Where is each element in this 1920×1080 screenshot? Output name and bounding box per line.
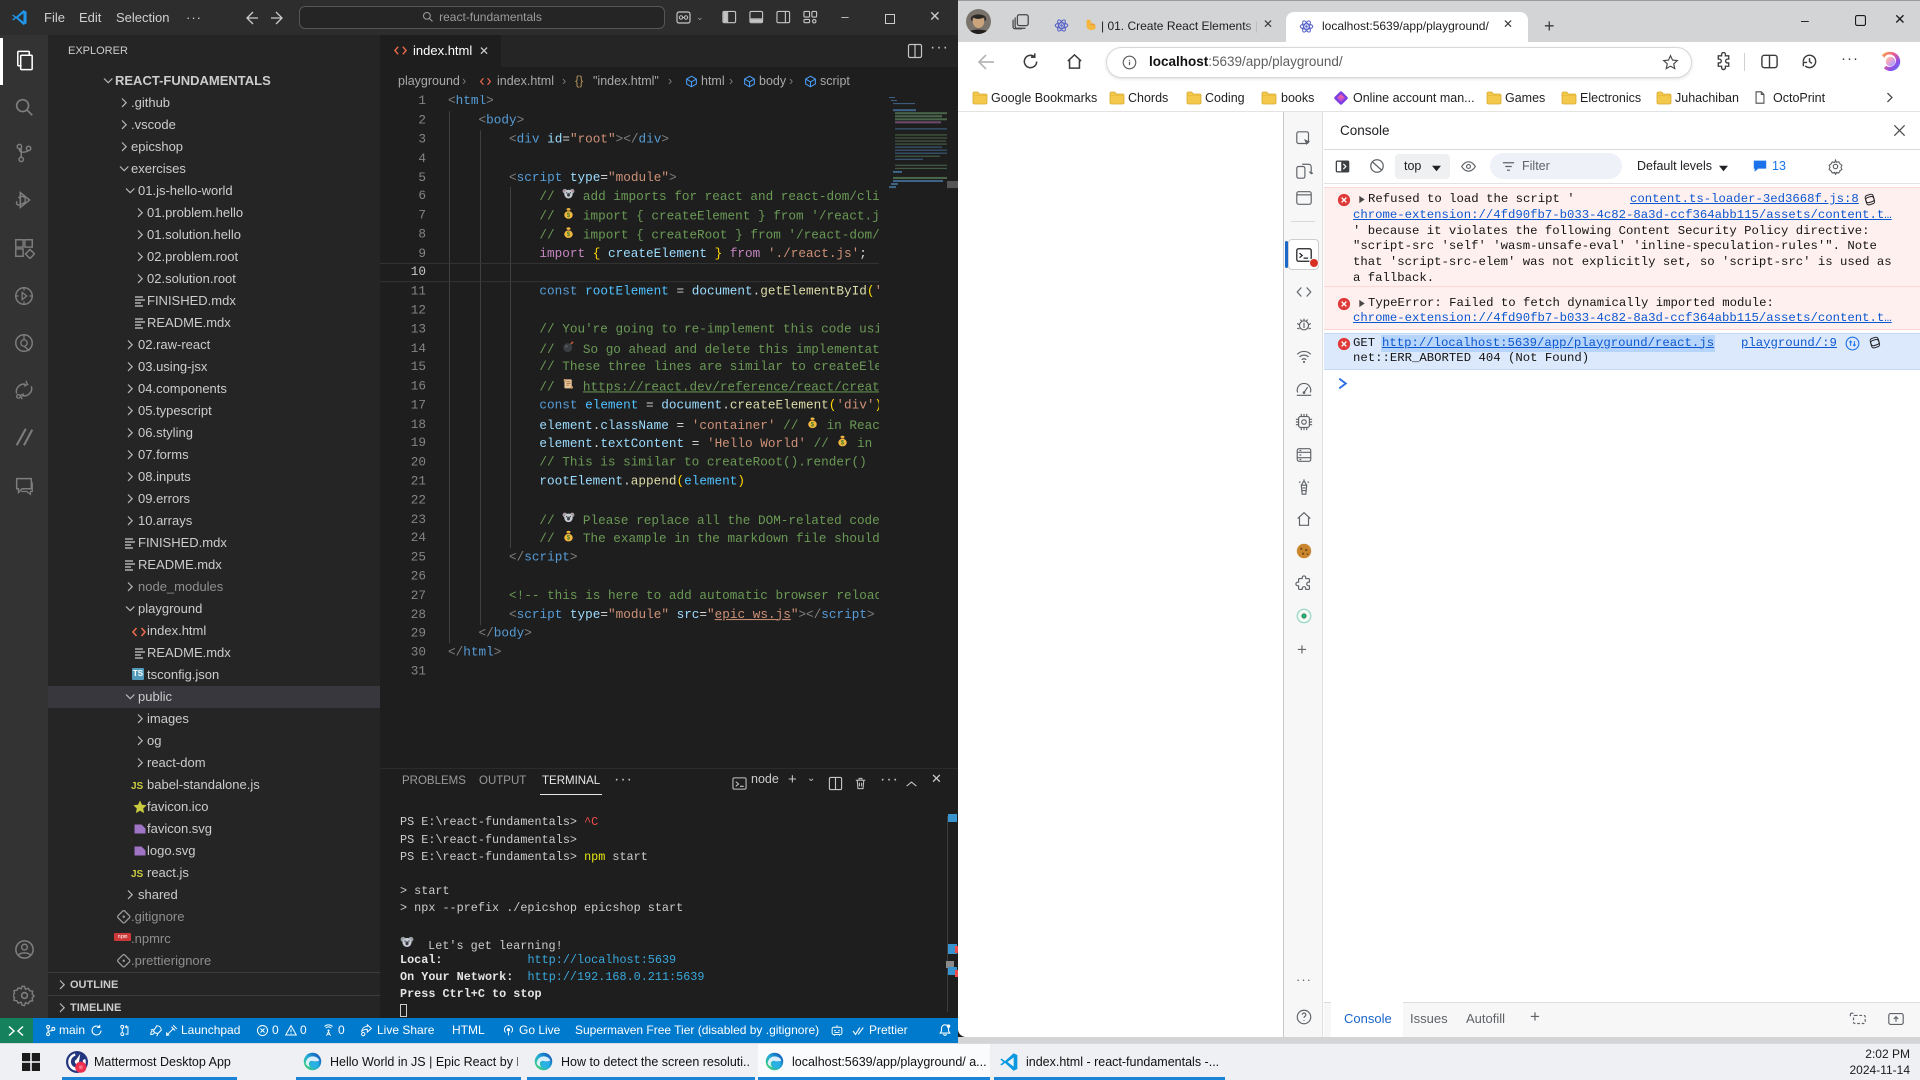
svg-text:$: $ [841, 440, 845, 447]
svg-text:$: $ [567, 231, 571, 238]
svg-text:$: $ [567, 535, 571, 542]
svg-text:$: $ [567, 212, 571, 219]
svg-text:$: $ [811, 421, 815, 428]
